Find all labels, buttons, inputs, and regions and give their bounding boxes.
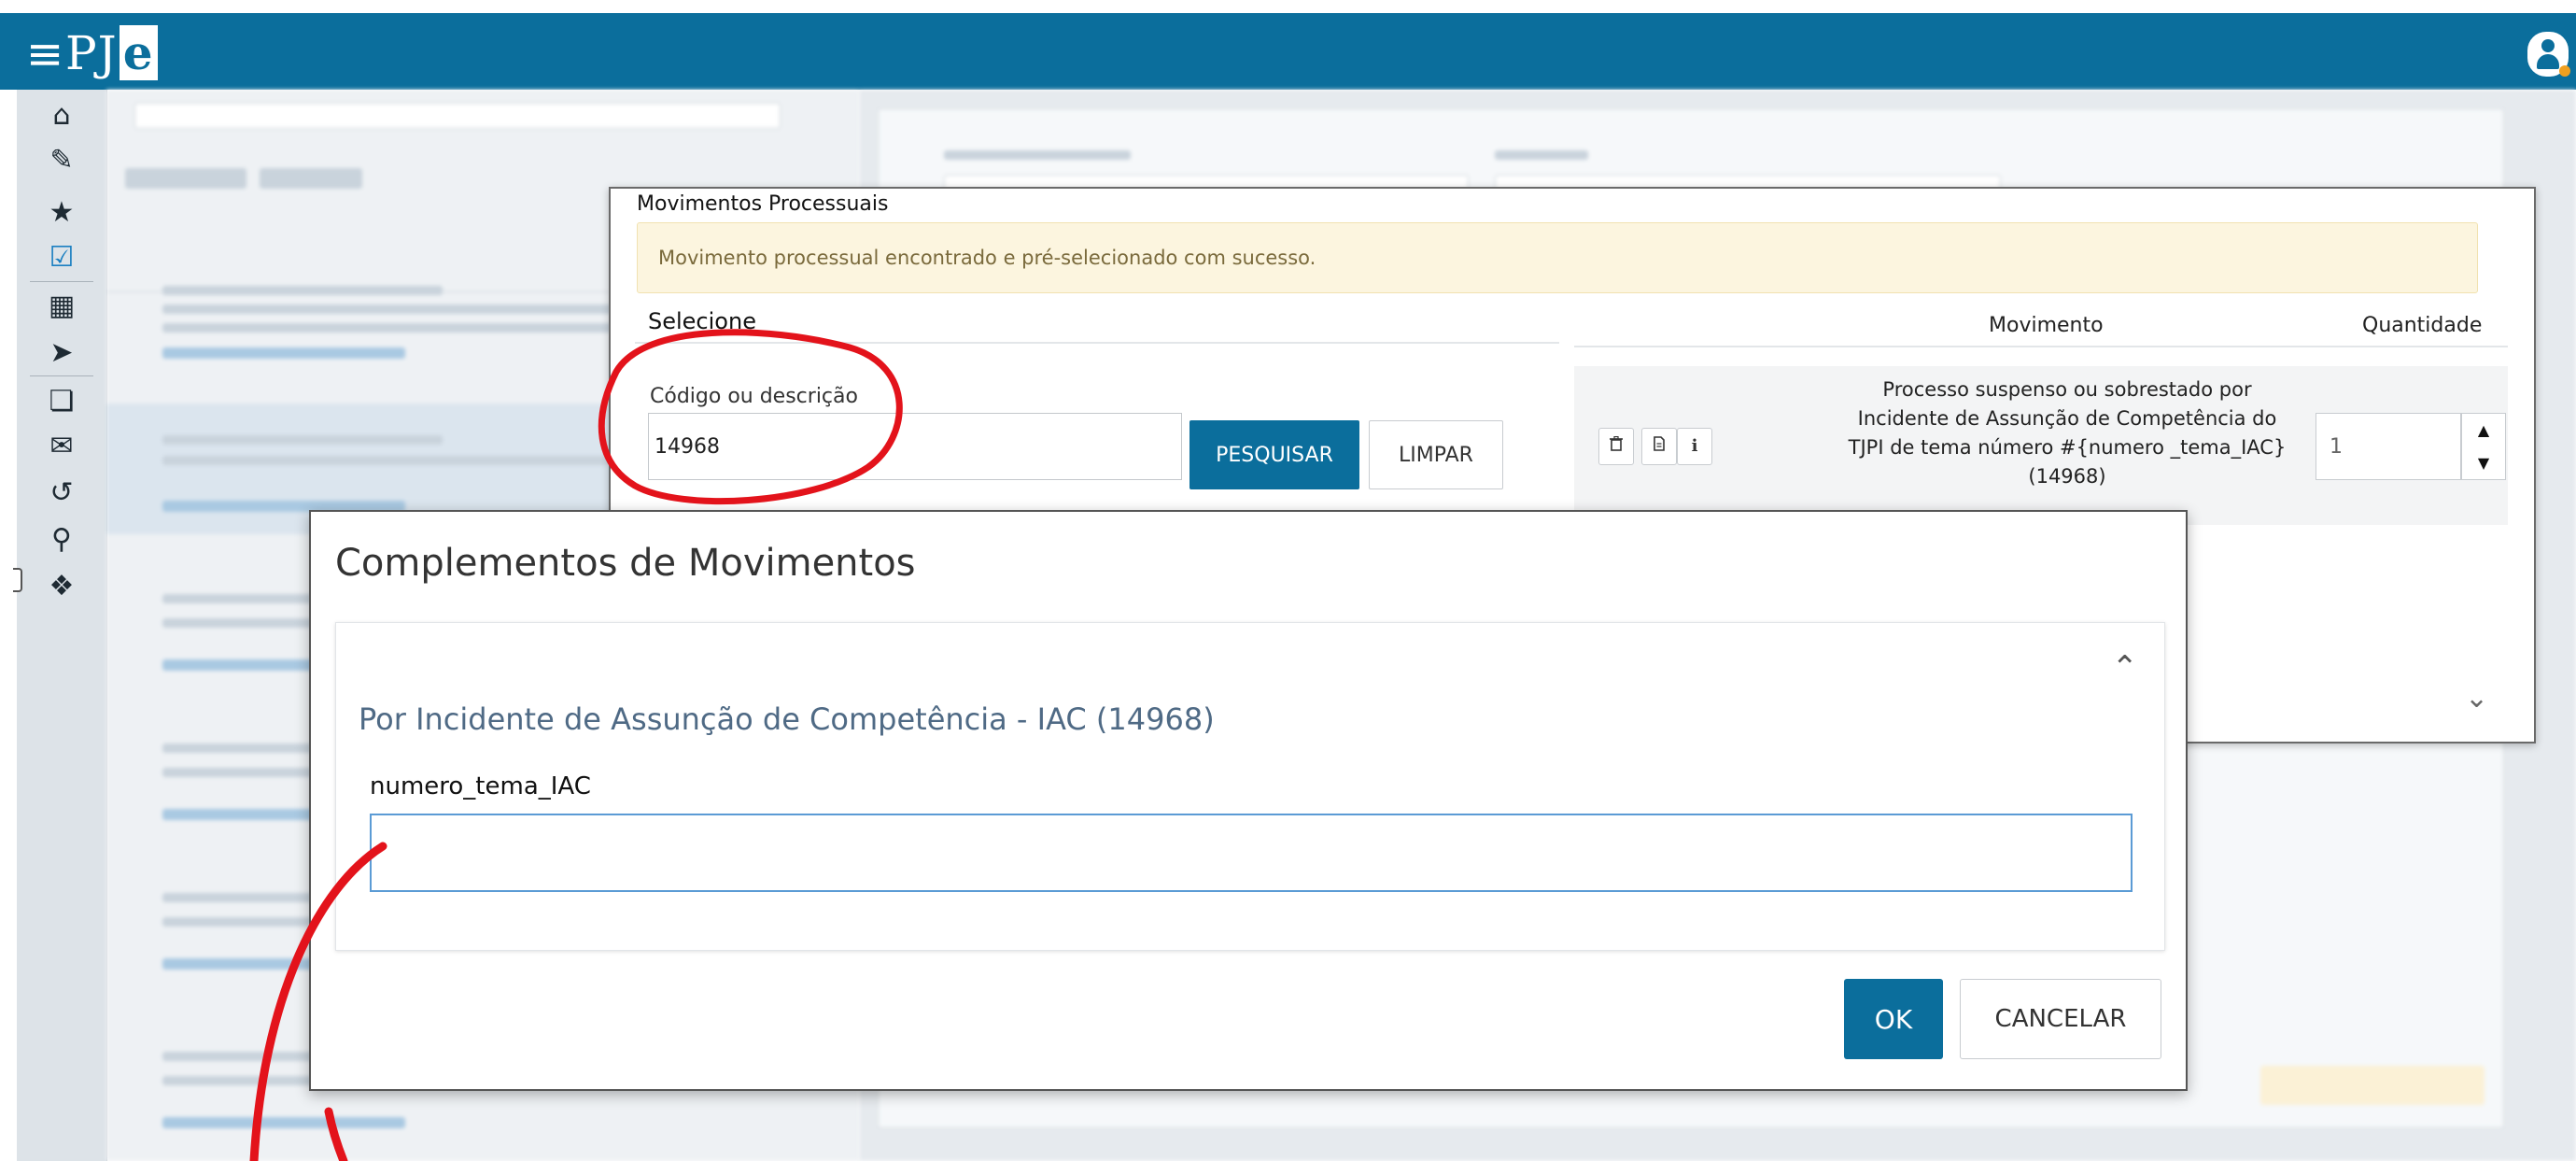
movement-description: Processo suspenso ou sobrestado por Inci…: [1848, 378, 2287, 488]
envelope-icon[interactable]: ✉: [17, 428, 106, 465]
complementos-modal: Complementos de Movimentos ⌃ Por Inciden…: [309, 510, 2188, 1091]
star-icon[interactable]: ★: [17, 194, 106, 232]
success-alert: Movimento processual encontrado e pré-se…: [637, 222, 2478, 293]
column-header-movimento: Movimento: [1989, 314, 2104, 337]
code-field-label: Código ou descrição: [650, 385, 858, 408]
notification-dot: [2559, 65, 2570, 77]
left-icon-rail: ⌂ ✎ ★ ☑ ▦ ➤ ❏ ✉ ↺ ⚲ ❖: [13, 90, 107, 1161]
quantity-stepper[interactable]: ▲ ▼: [2461, 413, 2506, 480]
logo-text: PJ: [65, 26, 118, 80]
complement-subtitle: Por Incidente de Assunção de Competência…: [359, 701, 1215, 737]
home-icon[interactable]: ⌂: [17, 97, 106, 135]
column-header-quantidade: Quantidade: [2362, 314, 2483, 337]
pje-logo[interactable]: PJ e: [65, 25, 158, 80]
ok-button[interactable]: OK: [1844, 979, 1943, 1059]
table-row: i Processo suspenso ou sobrestado por In…: [1574, 366, 2508, 525]
hamburger-icon[interactable]: ≡: [26, 32, 63, 77]
increment-arrow-icon[interactable]: ▲: [2462, 414, 2505, 446]
clear-button[interactable]: LIMPAR: [1369, 420, 1503, 489]
documents-icon[interactable]: ❏: [17, 383, 106, 420]
checkbox-icon[interactable]: ☑: [17, 239, 106, 276]
complement-card: ⌃ Por Incidente de Assunção de Competênc…: [335, 622, 2165, 951]
select-label: Selecione: [648, 308, 756, 334]
modal-title: Complementos de Movimentos: [335, 542, 916, 585]
trash-icon[interactable]: [1598, 428, 1634, 465]
sidebar-toggle-handle[interactable]: [13, 568, 22, 592]
history-icon[interactable]: ↺: [17, 474, 106, 512]
calendar-icon[interactable]: ▦: [17, 288, 106, 325]
numero-tema-label: numero_tema_IAC: [370, 772, 591, 800]
top-navbar: ≡ PJ e: [0, 0, 2576, 90]
decrement-arrow-icon[interactable]: ▼: [2462, 446, 2505, 479]
select-section-header: Selecione: [635, 304, 1559, 344]
search-button[interactable]: PESQUISAR: [1189, 420, 1359, 489]
diamond-nav-icon[interactable]: ❖: [17, 568, 106, 605]
rail-divider: [30, 375, 93, 376]
cancel-button[interactable]: CANCELAR: [1960, 979, 2161, 1059]
quantity-input[interactable]: [2316, 413, 2461, 480]
movement-table-header: Movimento Quantidade: [1574, 304, 2508, 347]
info-icon[interactable]: i: [1677, 428, 1712, 465]
document-icon[interactable]: [1641, 428, 1677, 465]
search-icon[interactable]: ⚲: [17, 521, 106, 559]
logo-accent: e: [119, 25, 158, 80]
pencil-icon[interactable]: ✎: [17, 142, 106, 179]
user-icon[interactable]: [2527, 32, 2570, 77]
code-search-input[interactable]: [648, 413, 1182, 480]
numero-tema-input[interactable]: [370, 814, 2133, 892]
chevron-up-icon[interactable]: ⌃: [2112, 649, 2139, 687]
panel-title: Movimentos Processuais: [637, 192, 889, 216]
chevron-down-icon[interactable]: ⌄: [2465, 682, 2488, 715]
rail-divider: [30, 281, 93, 282]
tag-icon[interactable]: ➤: [17, 334, 106, 372]
